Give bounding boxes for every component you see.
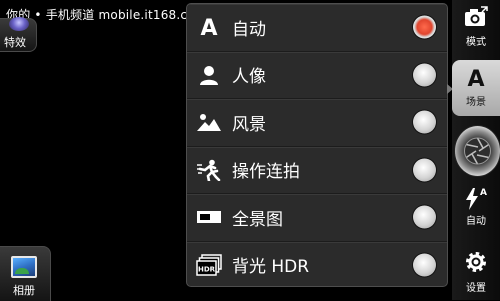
- portrait-person-icon: [196, 62, 222, 88]
- scene-option-panorama[interactable]: 全景图: [187, 194, 447, 242]
- mode-label: 模式: [466, 37, 486, 48]
- gallery-label: 相册: [13, 284, 35, 297]
- radio-unselected[interactable]: [413, 63, 436, 87]
- effects-orb-icon: [9, 17, 29, 31]
- scene-option-auto[interactable]: A 自动: [187, 4, 447, 52]
- aperture-icon: [464, 137, 491, 165]
- scene-auto-icon: A: [467, 66, 485, 92]
- watermark-text: 你的 • 手机频道 mobile.it168.com: [6, 8, 207, 22]
- radio-unselected[interactable]: [413, 158, 436, 182]
- landscape-mountain-icon: [196, 109, 222, 135]
- flash-auto-icon: A: [465, 188, 487, 210]
- mode-button[interactable]: 模式: [452, 6, 500, 54]
- radio-unselected[interactable]: [413, 205, 436, 229]
- scene-label: 场景: [466, 96, 486, 108]
- gallery-thumbnail-icon: [11, 256, 37, 278]
- effects-label: 特效: [4, 36, 26, 49]
- shutter-button[interactable]: [455, 126, 500, 176]
- radio-selected[interactable]: [413, 15, 436, 39]
- scene-menu: A 自动 人像 风景 操作连拍 全景图 HDR 背光 HDR: [186, 3, 448, 287]
- scene-option-landscape[interactable]: 风景: [187, 99, 447, 147]
- scene-option-label: 操作连拍: [232, 162, 300, 183]
- flash-auto-letter: A: [480, 188, 487, 198]
- effects-button[interactable]: 特效: [0, 17, 37, 52]
- radio-unselected[interactable]: [413, 110, 436, 134]
- gallery-button[interactable]: 相册: [0, 246, 51, 301]
- scene-option-label: 自动: [232, 19, 266, 40]
- scene-option-portrait[interactable]: 人像: [187, 52, 447, 99]
- svg-text:HDR: HDR: [198, 265, 216, 273]
- scene-option-burst[interactable]: 操作连拍: [187, 147, 447, 194]
- settings-button[interactable]: 设置: [452, 250, 500, 298]
- settings-label: 设置: [466, 283, 486, 294]
- flash-label: 自动: [466, 216, 486, 227]
- svg-text:A: A: [200, 16, 217, 38]
- scene-option-label: 人像: [232, 67, 266, 88]
- radio-unselected[interactable]: [413, 253, 436, 277]
- scene-button[interactable]: A 场景: [452, 60, 500, 116]
- running-person-icon: [196, 157, 222, 183]
- panorama-icon: [196, 204, 222, 230]
- hdr-icon: HDR: [196, 252, 222, 278]
- scene-option-label: 全景图: [232, 209, 283, 230]
- flash-button[interactable]: A 自动: [452, 188, 500, 236]
- gear-icon: [464, 250, 488, 277]
- camera-mode-icon: [464, 6, 488, 31]
- auto-a-icon: A: [196, 14, 222, 40]
- scene-option-label: 风景: [232, 114, 266, 135]
- scene-option-label: 背光 HDR: [232, 257, 310, 278]
- scene-option-hdr[interactable]: HDR 背光 HDR: [187, 242, 447, 287]
